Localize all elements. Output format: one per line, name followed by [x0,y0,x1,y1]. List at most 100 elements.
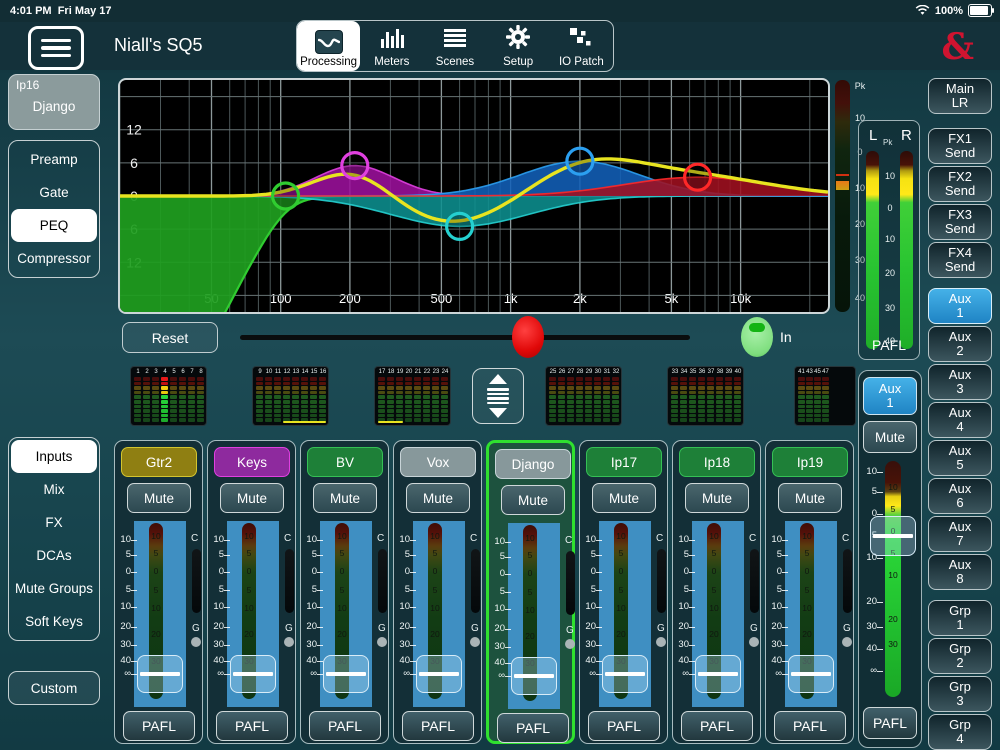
mute-button[interactable]: Mute [220,483,284,513]
mini-meter-ch9: 9 [256,369,264,423]
channel-name-button[interactable]: Ip19 [772,447,848,477]
compressor-gr-meter [285,549,294,613]
selected-channel-button[interactable]: Ip16 Django [8,74,100,130]
meter-bridge-group-5[interactable]: 3334353637383940 [667,366,744,426]
channel-bank-scroll-button[interactable] [472,368,524,424]
gain-slider-knob[interactable] [512,316,544,358]
mix-select-grp-4[interactable]: Grp4 [928,714,992,750]
fader-cap[interactable] [602,655,648,693]
fader-region: 1050510203040∞10505102030CG [208,521,295,707]
mix-select-fx3-send[interactable]: FX3Send [928,204,992,240]
meter-bridge-group-3[interactable]: 1718192021222324 [374,366,451,426]
master-fader-cap[interactable] [870,516,916,556]
proc-nav-peq[interactable]: PEQ [11,209,97,242]
mute-button[interactable]: Mute [127,483,191,513]
pafl-button[interactable]: PAFL [774,711,846,741]
mute-button[interactable]: Mute [685,483,749,513]
pafl-button[interactable]: PAFL [309,711,381,741]
mute-button[interactable]: Mute [778,483,842,513]
meter-bridge-group-1[interactable]: 12345678 [130,366,207,426]
mix-select-fx2-send[interactable]: FX2Send [928,166,992,202]
master-mute-button[interactable]: Mute [863,421,917,453]
fader-cap[interactable] [788,655,834,693]
proc-nav-gate[interactable]: Gate [11,176,97,209]
channel-name-button[interactable]: Django [495,449,571,479]
tab-scenes[interactable]: Scenes [423,21,486,71]
peq-reset-button[interactable]: Reset [122,322,218,353]
mute-button[interactable]: Mute [406,483,470,513]
fader-scale-label: 10 [301,601,317,612]
bank-nav-inputs[interactable]: Inputs [11,440,97,473]
meters-icon [380,27,404,54]
eq-band-handle-hpf[interactable] [273,183,299,209]
mix-select-grp-2[interactable]: Grp2 [928,638,992,674]
menu-button[interactable] [28,26,84,70]
channel-name-button[interactable]: Gtr2 [121,447,197,477]
mix-select-aux-5[interactable]: Aux5 [928,440,992,476]
mix-select-aux-8[interactable]: Aux8 [928,554,992,590]
fader-scale-label: 10 [115,534,131,545]
mix-select-grp-3[interactable]: Grp3 [928,676,992,712]
mix-select-grp-1[interactable]: Grp1 [928,600,992,636]
active-mix-button[interactable]: Aux1 [863,377,917,415]
channel-name-button[interactable]: Vox [400,447,476,477]
gate-indicator [377,637,387,647]
mix-select-aux-2[interactable]: Aux2 [928,326,992,362]
proc-nav-preamp[interactable]: Preamp [11,143,97,176]
tab-meters[interactable]: Meters [360,21,423,71]
mini-meter-ch43: 43 [806,369,813,423]
tab-io-patch[interactable]: IO Patch [550,21,613,71]
meter-bridge-group-4[interactable]: 2526272829303132 [545,366,622,426]
mix-select-aux-7[interactable]: Aux7 [928,516,992,552]
channel-name-button[interactable]: BV [307,447,383,477]
peq-in-toggle[interactable] [741,317,773,357]
bank-nav-soft-keys[interactable]: Soft Keys [11,605,97,638]
right-meter-label: R [901,127,912,144]
mix-select-fx4-send[interactable]: FX4Send [928,242,992,278]
mute-button[interactable]: Mute [501,485,565,515]
bank-nav-dcas[interactable]: DCAs [11,539,97,572]
eq-band-handle-hf-bell[interactable] [685,164,711,190]
mute-button[interactable]: Mute [313,483,377,513]
pafl-button[interactable]: PAFL [402,711,474,741]
mute-button[interactable]: Mute [592,483,656,513]
pafl-button[interactable]: PAFL [681,711,753,741]
channel-name-button[interactable]: Keys [214,447,290,477]
tab-setup[interactable]: Setup [487,21,550,71]
master-pafl-button[interactable]: PAFL [863,707,917,739]
fader-cap[interactable] [511,657,557,695]
mix-select-aux-3[interactable]: Aux3 [928,364,992,400]
eq-band-handle-hm-bell[interactable] [567,148,593,174]
meter-bridge-group-6[interactable]: 41434547 [794,366,856,426]
fader-cap[interactable] [137,655,183,693]
channel-name-button[interactable]: Ip18 [679,447,755,477]
tab-processing[interactable]: Processing [297,21,360,71]
fader-cap[interactable] [695,655,741,693]
pafl-button[interactable]: PAFL [123,711,195,741]
fader-region: 1050510203040∞10505102030CG [301,521,388,707]
pafl-button[interactable]: PAFL [497,713,569,743]
mix-select-aux-6[interactable]: Aux6 [928,478,992,514]
mix-select-main-lr[interactable]: MainLR [928,78,992,114]
proc-nav-compressor[interactable]: Compressor [11,242,97,275]
fader-scale-label: 0 [115,566,131,577]
fader-scale-label: 20 [673,621,689,632]
channel-name-button[interactable]: Ip17 [586,447,662,477]
mix-select-aux-4[interactable]: Aux4 [928,402,992,438]
eq-band-handle-lm-bell[interactable] [447,213,473,239]
bank-nav-mute-groups[interactable]: Mute Groups [11,572,97,605]
custom-layer-button[interactable]: Custom [8,671,100,705]
pafl-button[interactable]: PAFL [588,711,660,741]
bank-nav-mix[interactable]: Mix [11,473,97,506]
bank-nav-fx[interactable]: FX [11,506,97,539]
mix-select-fx1-send[interactable]: FX1Send [928,128,992,164]
peq-graph-panel[interactable]: 501002005001k2k5k10k1260612 [118,78,830,314]
meter-bridge-group-2[interactable]: 910111213141516 [252,366,329,426]
mix-select-aux-1[interactable]: Aux1 [928,288,992,324]
eq-band-handle-lf-bell[interactable] [342,153,368,179]
gain-slider-track[interactable] [240,335,690,340]
fader-cap[interactable] [230,655,276,693]
pafl-button[interactable]: PAFL [216,711,288,741]
fader-cap[interactable] [323,655,369,693]
fader-cap[interactable] [416,655,462,693]
